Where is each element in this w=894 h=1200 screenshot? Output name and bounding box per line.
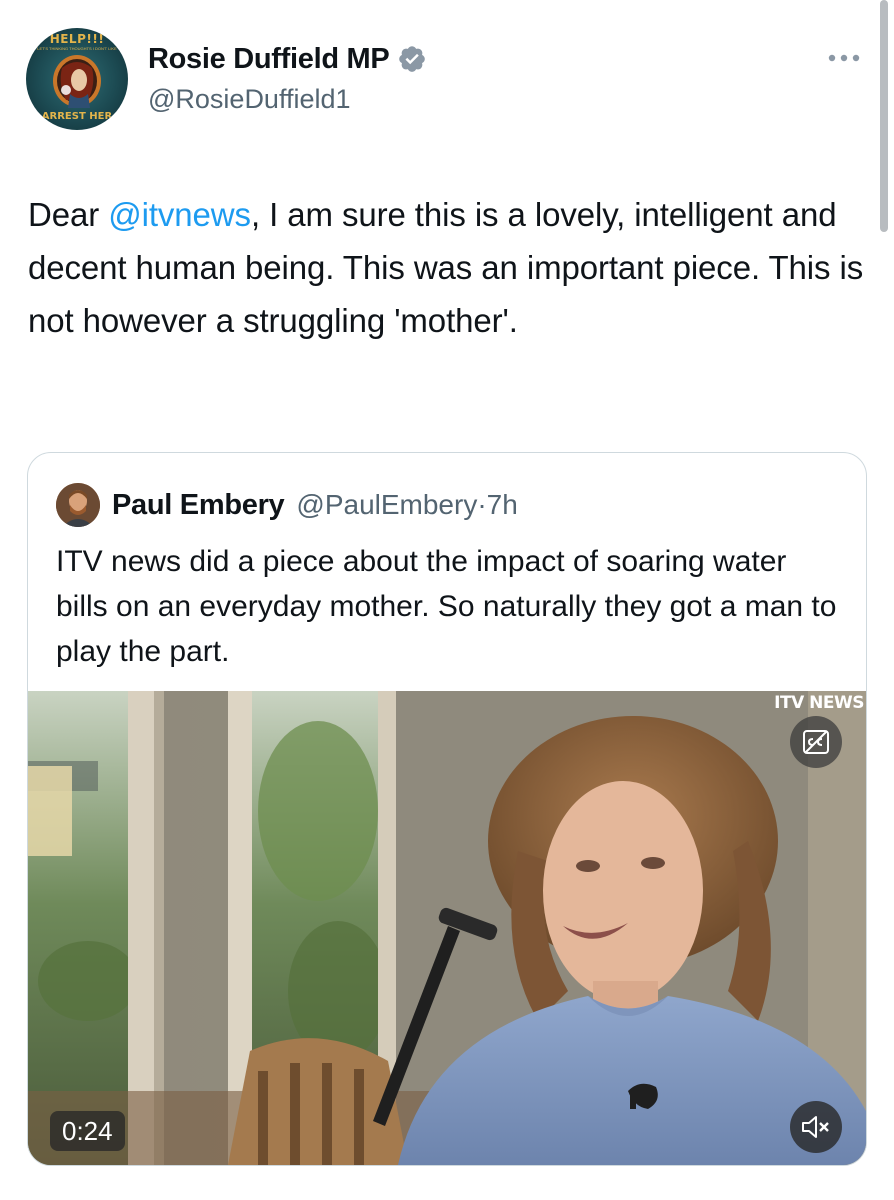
more-horizontal-icon[interactable] [826,50,862,66]
itv-news-watermark: ITV NEWS [774,693,864,713]
avatar-ring-text: LET'S THINKING THOUGHTS I DON'T LIKE [37,46,117,51]
avatar-top-text: HELP!!! [49,32,105,46]
author-name-row: Rosie Duffield MP [148,40,427,78]
speaker-muted-icon [802,1116,829,1138]
mention-link[interactable]: @itvnews [108,196,251,233]
quoted-handle-text[interactable]: @PaulEmbery [296,489,477,520]
author-display-name[interactable]: Rosie Duffield MP [148,43,390,76]
captions-button[interactable] [790,716,842,768]
avatar-bottom-text: ARREST HER [41,111,113,122]
video-player[interactable]: ITV NEWS 0:24 [28,691,866,1165]
cc-icon [803,730,829,754]
quoted-avatar-portrait [56,483,100,527]
avatar-portrait-art [53,55,101,108]
author-avatar[interactable]: HELP!!! LET'S THINKING THOUGHTS I DON'T … [26,28,128,130]
tweet-view: HELP!!! LET'S THINKING THOUGHTS I DON'T … [0,0,894,1200]
video-frame [28,691,866,1165]
video-duration-badge: 0:24 [50,1111,125,1151]
quoted-tweet-card[interactable]: Paul Embery @PaulEmbery·7h ITV news did … [27,452,867,1166]
quoted-separator: · [477,489,487,520]
author-handle[interactable]: @RosieDuffield1 [148,84,351,115]
quoted-author-handle: @PaulEmbery·7h [296,489,517,521]
quoted-author-avatar[interactable] [56,483,100,527]
quoted-tweet-header: Paul Embery @PaulEmbery·7h [56,481,518,529]
quoted-author-name[interactable]: Paul Embery [112,489,285,522]
quoted-timestamp[interactable]: 7h [487,489,518,520]
quoted-tweet-text: ITV news did a piece about the impact of… [56,545,837,668]
verified-badge-icon[interactable] [397,44,427,74]
tweet-text: Dear @itvnews, I am sure this is a lovel… [28,188,868,347]
scrollbar-thumb[interactable] [880,0,888,232]
tweet-text-before: Dear [28,196,109,233]
mute-toggle-button[interactable] [790,1101,842,1153]
